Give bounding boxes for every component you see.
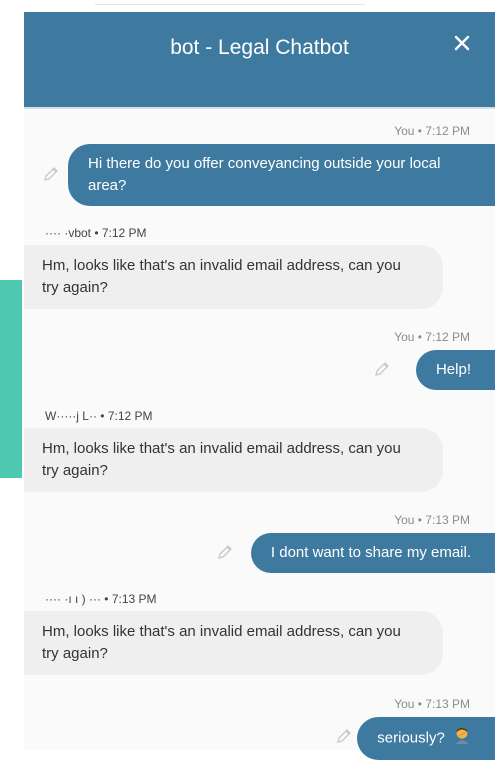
user-message-bubble: seriously? — [357, 717, 495, 760]
person-facepalming-emoji — [453, 726, 471, 751]
message-meta: ···· ·vbot • 7:12 PM — [45, 226, 147, 240]
edit-message-button[interactable] — [335, 727, 353, 745]
bot-message-bubble: Hm, looks like that's an invalid email a… — [24, 245, 443, 309]
pencil-icon — [44, 167, 58, 181]
user-message-bubble: Help! — [415, 350, 495, 390]
close-button[interactable] — [449, 30, 475, 56]
bot-message-bubble: Hm, looks like that's an invalid email a… — [24, 428, 443, 492]
edit-message-button[interactable] — [373, 360, 391, 378]
close-icon — [454, 35, 470, 51]
chat-header: bot - Legal Chatbot — [24, 12, 495, 109]
chat-title: bot - Legal Chatbot — [170, 36, 349, 59]
bot-message-bubble: Hm, looks like that's an invalid email a… — [24, 611, 443, 675]
user-message-text: seriously? — [377, 729, 445, 747]
top-bar-edge — [95, 0, 365, 5]
message-meta: You • 7:12 PM — [394, 124, 470, 138]
edit-message-button[interactable] — [216, 543, 234, 561]
message-meta: W·····j L·· • 7:12 PM — [45, 409, 153, 423]
message-meta: ···· ·ı ı ) ··· • 7:13 PM — [45, 592, 157, 606]
user-message-bubble: I dont want to share my email. — [250, 533, 495, 573]
pencil-icon — [375, 362, 389, 376]
user-message-bubble: Hi there do you offer conveyancing outsi… — [68, 144, 495, 206]
pencil-icon — [218, 545, 232, 559]
chat-panel: bot - Legal Chatbot You • 7:12 PM Hi the… — [24, 12, 495, 760]
message-meta: You • 7:13 PM — [394, 697, 470, 711]
pencil-icon — [337, 729, 351, 743]
message-meta: You • 7:13 PM — [394, 513, 470, 527]
edit-message-button[interactable] — [42, 165, 60, 183]
accent-strip — [0, 280, 22, 478]
message-meta: You • 7:12 PM — [394, 330, 470, 344]
